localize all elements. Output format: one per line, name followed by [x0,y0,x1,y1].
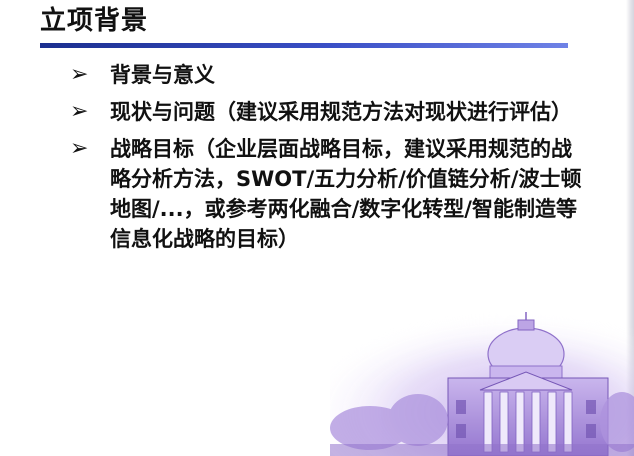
arrow-bullet-icon: ➢ [70,136,89,161]
arrow-bullet-icon: ➢ [70,99,89,124]
arrow-bullet-icon: ➢ [70,62,89,87]
bullet-text: 战略目标（企业层面战略目标，建议采用规范的战略分析方法，SWOT/五力分析/价值… [110,137,582,251]
bullet-text: 现状与问题（建议采用规范方法对现状进行评估） [110,100,572,124]
title-underline [40,43,568,48]
slide: 立项背景 ➢ 背景与意义 ➢ 现状与问题（建议采用规范方法对现状进行评估） ➢ … [0,0,634,456]
bullet-text: 背景与意义 [110,63,215,87]
bullet-item: ➢ 现状与问题（建议采用规范方法对现状进行评估） [70,97,590,127]
slide-title: 立项背景 [40,6,149,36]
bullet-list: ➢ 背景与意义 ➢ 现状与问题（建议采用规范方法对现状进行评估） ➢ 战略目标（… [70,60,590,261]
building-watermark-image [330,310,634,456]
bullet-item: ➢ 战略目标（企业层面战略目标，建议采用规范的战略分析方法，SWOT/五力分析/… [70,134,590,254]
bullet-item: ➢ 背景与意义 [70,60,590,90]
